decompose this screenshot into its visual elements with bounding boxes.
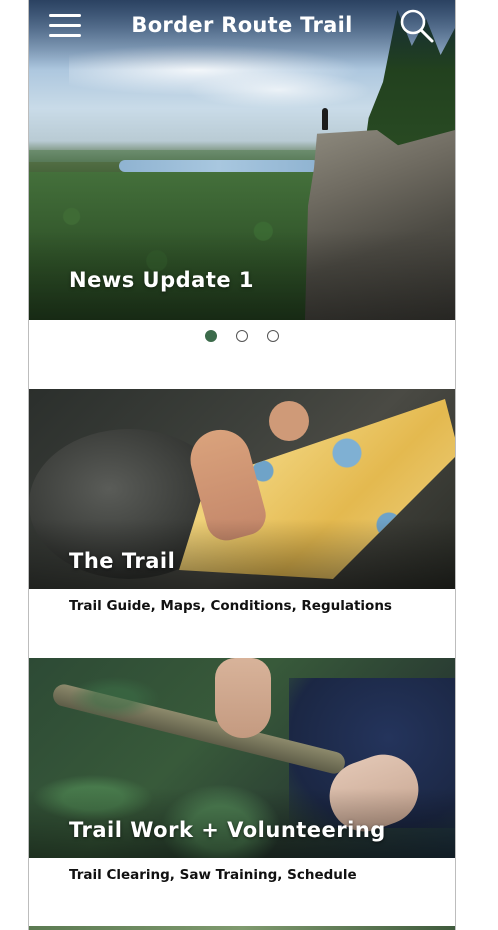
carousel-dot-1[interactable] <box>205 330 217 342</box>
app-title: Border Route Trail <box>131 13 353 37</box>
card-title: Trail Work + Volunteering <box>69 818 386 842</box>
app-screen: News Update 1 Border Route Trail The Tra… <box>28 0 456 930</box>
card-subtitle: Trail Clearing, Saw Training, Schedule <box>69 867 357 883</box>
sky-clouds-2 <box>179 70 379 110</box>
search-icon[interactable] <box>399 8 435 44</box>
card-title: The Trail <box>69 549 176 573</box>
holding-hand <box>269 401 309 441</box>
hand-with-knife <box>215 658 271 738</box>
top-bar: Border Route Trail <box>29 0 455 52</box>
carousel-dot-2[interactable] <box>236 330 248 342</box>
carousel-dot-3[interactable] <box>267 330 279 342</box>
card-image-branches: Trail Work + Volunteering <box>29 658 455 858</box>
next-card-peek <box>29 926 455 930</box>
card-subtitle: Trail Guide, Maps, Conditions, Regulatio… <box>69 598 392 614</box>
card-the-trail[interactable]: The Trail Trail Guide, Maps, Conditions,… <box>29 389 455 614</box>
hiker-silhouette <box>322 108 328 130</box>
lake <box>119 160 319 172</box>
hero-caption: News Update 1 <box>69 268 255 292</box>
card-trail-work[interactable]: Trail Work + Volunteering Trail Clearing… <box>29 658 455 883</box>
card-image-map: The Trail <box>29 389 455 589</box>
carousel-pagination <box>29 330 455 346</box>
